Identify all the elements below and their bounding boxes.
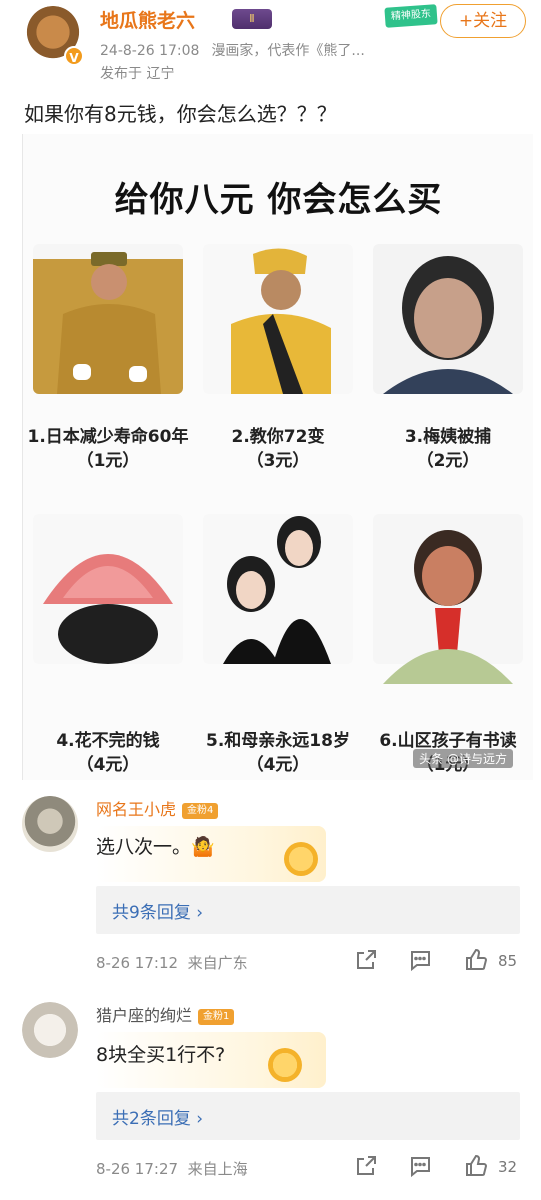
- like-sticker-icon: [284, 842, 318, 876]
- soldier-figure-icon: [57, 252, 161, 394]
- comment-from: 来自上海: [187, 1160, 248, 1178]
- money-fan-icon: [43, 554, 173, 664]
- like-icon[interactable]: [464, 1154, 492, 1182]
- post-text: 如果你有8元钱，你会怎么选？？？: [24, 102, 337, 126]
- comment-text: 8块全买1行不?: [96, 1044, 226, 1066]
- comment-meta: 8-26 17:27 来自上海: [96, 1158, 248, 1179]
- commenter-avatar[interactable]: [22, 796, 78, 852]
- commenter-name-text: 网名王小虎: [96, 800, 177, 819]
- comment-icon[interactable]: [408, 1154, 436, 1182]
- author-bio: 漫画家，代表作《熊了...: [211, 43, 365, 59]
- option-price: （4元）: [246, 755, 310, 775]
- follow-button[interactable]: +关注: [440, 4, 526, 38]
- replies-link[interactable]: 共9条回复 ›: [112, 898, 203, 923]
- woman-portrait-icon: [383, 256, 513, 394]
- option-price: （4元）: [76, 755, 140, 775]
- commenter-name[interactable]: 网名王小虎 金粉4: [96, 796, 219, 820]
- option-image: [203, 514, 353, 664]
- option-image: [373, 244, 523, 394]
- like-icon[interactable]: [464, 948, 492, 976]
- comment-text: 选八次一。🤷: [96, 836, 215, 858]
- comment-from: 来自广东: [187, 954, 248, 972]
- promo-tag: 精神股东: [384, 4, 438, 28]
- commenter-avatar[interactable]: [22, 1002, 78, 1058]
- comment-meta: 8-26 17:12 来自广东: [96, 952, 248, 973]
- like-count: 85: [498, 952, 518, 970]
- option-price: （1元）: [76, 451, 140, 471]
- option-image: [33, 244, 183, 394]
- option-price: （2元）: [416, 451, 480, 471]
- option-caption: 1.日本减少寿命60年: [27, 427, 189, 447]
- verified-icon: V: [64, 46, 84, 66]
- replies-link[interactable]: 共2条回复 ›: [112, 1104, 203, 1129]
- option-caption: 3.梅姨被捕: [404, 427, 492, 447]
- replies-box[interactable]: 共9条回复 ›: [96, 886, 520, 934]
- meme-title: 给你八元 你会怎么买: [114, 180, 443, 220]
- monkey-king-figure-icon: [231, 248, 331, 394]
- mother-daughter-icon: [223, 516, 331, 664]
- fan-badge: 金粉4: [182, 803, 219, 819]
- comment-item: 网名王小虎 金粉4 选八次一。🤷 共9条回复 › 8-26 17:12 来自广东 …: [0, 790, 541, 980]
- fan-badge: 金粉1: [198, 1009, 235, 1025]
- comment-item: 猎户座的绚烂 金粉1 8块全买1行不? 共2条回复 › 8-26 17:27 来自…: [0, 996, 541, 1186]
- share-icon[interactable]: [354, 948, 382, 976]
- option-caption: 2.教你72变: [231, 427, 325, 447]
- image-watermark: 头条 @诗与远方: [413, 749, 513, 768]
- post-meta: 24-8-26 17:08 漫画家，代表作《熊了...: [100, 40, 377, 60]
- post-location: 发布于 辽宁: [100, 66, 175, 82]
- share-icon[interactable]: [354, 1154, 382, 1182]
- post-time: 24-8-26 17:08: [100, 43, 200, 59]
- author-name[interactable]: 地瓜熊老六: [100, 6, 195, 33]
- option-caption: 4.花不完的钱: [56, 731, 160, 751]
- comment-date: 8-26 17:12: [96, 954, 179, 972]
- child-portrait-icon: [383, 530, 513, 684]
- comment-icon[interactable]: [408, 948, 436, 976]
- commenter-name[interactable]: 猎户座的绚烂 金粉1: [96, 1002, 235, 1026]
- author-avatar[interactable]: V: [24, 6, 84, 66]
- option-image: [33, 514, 183, 664]
- option-caption: 5.和母亲永远18岁: [206, 731, 350, 751]
- like-sticker-icon: [268, 1048, 302, 1082]
- commenter-name-text: 猎户座的绚烂: [96, 1006, 193, 1025]
- post-image[interactable]: 给你八元 你会怎么买 1.日本减少寿命60年 （1元） 2.教你72变 （3元）: [22, 134, 533, 780]
- level-badge: Ⅱ: [232, 9, 272, 29]
- comment-date: 8-26 17:27: [96, 1160, 179, 1178]
- option-image: [373, 514, 523, 684]
- option-image: [203, 244, 353, 394]
- option-price: （3元）: [246, 451, 310, 471]
- like-count: 32: [498, 1158, 518, 1176]
- option-caption: 6.山区孩子有书读: [379, 731, 517, 751]
- post-header: V 地瓜熊老六 Ⅱ 精神股东 +关注 24-8-26 17:08 漫画家，代表作《…: [0, 0, 541, 90]
- replies-box[interactable]: 共2条回复 ›: [96, 1092, 520, 1140]
